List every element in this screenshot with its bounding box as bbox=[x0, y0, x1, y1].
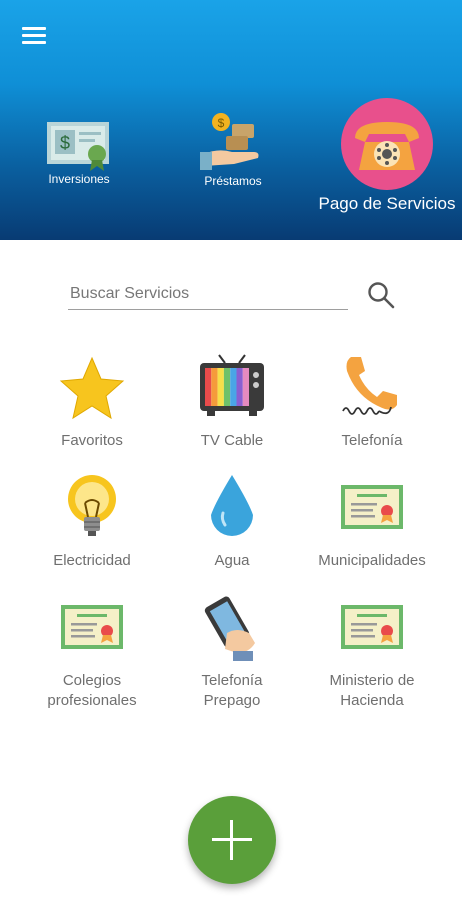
service-ministerio-de-hacienda[interactable]: Ministerio de Hacienda bbox=[302, 593, 442, 711]
telephone-icon bbox=[341, 98, 433, 190]
search-input[interactable] bbox=[68, 282, 348, 306]
svg-text:$: $ bbox=[218, 116, 225, 130]
service-label-line2: profesionales bbox=[47, 692, 137, 709]
service-label: TV Cable bbox=[200, 432, 264, 449]
tab-label: Pago de Servicios bbox=[318, 194, 456, 213]
service-label: Telefonía bbox=[341, 432, 403, 449]
service-label: Agua bbox=[214, 552, 250, 569]
service-favoritos[interactable]: Favoritos bbox=[22, 353, 162, 451]
certificate-money-icon: $ bbox=[47, 122, 109, 171]
search-field[interactable] bbox=[68, 282, 348, 310]
service-telefonia[interactable]: Telefonía bbox=[302, 353, 442, 451]
search-icon[interactable] bbox=[366, 280, 396, 310]
mobile-phone-icon bbox=[204, 596, 255, 661]
service-label-line1: Ministerio de bbox=[329, 672, 415, 689]
water-drop-icon bbox=[211, 475, 253, 536]
add-button[interactable] bbox=[188, 796, 276, 884]
service-label-line1: Telefonía bbox=[201, 672, 263, 689]
service-label-line1: Colegios bbox=[62, 672, 122, 689]
tab-prestamos[interactable]: $ Préstamos bbox=[188, 110, 278, 188]
service-label: Favoritos bbox=[61, 432, 123, 449]
tab-label: Inversiones bbox=[48, 172, 110, 186]
hamburger-menu-icon[interactable] bbox=[22, 24, 50, 48]
hand-money-icon: $ bbox=[200, 113, 259, 170]
service-label: Ministerio de Hacienda bbox=[302, 671, 442, 711]
service-label: Colegios profesionales bbox=[22, 671, 162, 711]
star-icon bbox=[59, 356, 125, 420]
app-header: $ Inversiones $ Préstamos Pago de Servic… bbox=[0, 0, 462, 240]
service-tv-cable[interactable]: TV Cable bbox=[162, 353, 302, 451]
tab-inversiones[interactable]: $ Inversiones bbox=[34, 116, 124, 186]
phone-handset-icon bbox=[342, 357, 397, 415]
certificate-icon bbox=[61, 605, 123, 649]
svg-text:$: $ bbox=[60, 133, 70, 153]
service-label-line2: Hacienda bbox=[340, 692, 404, 709]
service-electricidad[interactable]: Electricidad bbox=[22, 473, 162, 571]
service-colegios-profesionales[interactable]: Colegios profesionales bbox=[22, 593, 162, 711]
service-municipalidades[interactable]: Municipalidades bbox=[302, 473, 442, 571]
certificate-icon bbox=[341, 605, 403, 649]
service-agua[interactable]: Agua bbox=[162, 473, 302, 571]
tv-icon bbox=[200, 354, 264, 416]
service-label: Electricidad bbox=[53, 552, 131, 569]
lightbulb-icon bbox=[68, 475, 116, 536]
service-label-line2: Prepago bbox=[203, 692, 261, 709]
certificate-icon bbox=[341, 485, 403, 529]
tab-pago-de-servicios[interactable]: Pago de Servicios bbox=[312, 98, 462, 214]
service-label: Telefonía Prepago bbox=[162, 671, 302, 711]
service-telefonia-prepago[interactable]: Telefonía Prepago bbox=[162, 593, 302, 711]
tab-label: Préstamos bbox=[204, 174, 262, 188]
service-label: Municipalidades bbox=[318, 552, 426, 569]
